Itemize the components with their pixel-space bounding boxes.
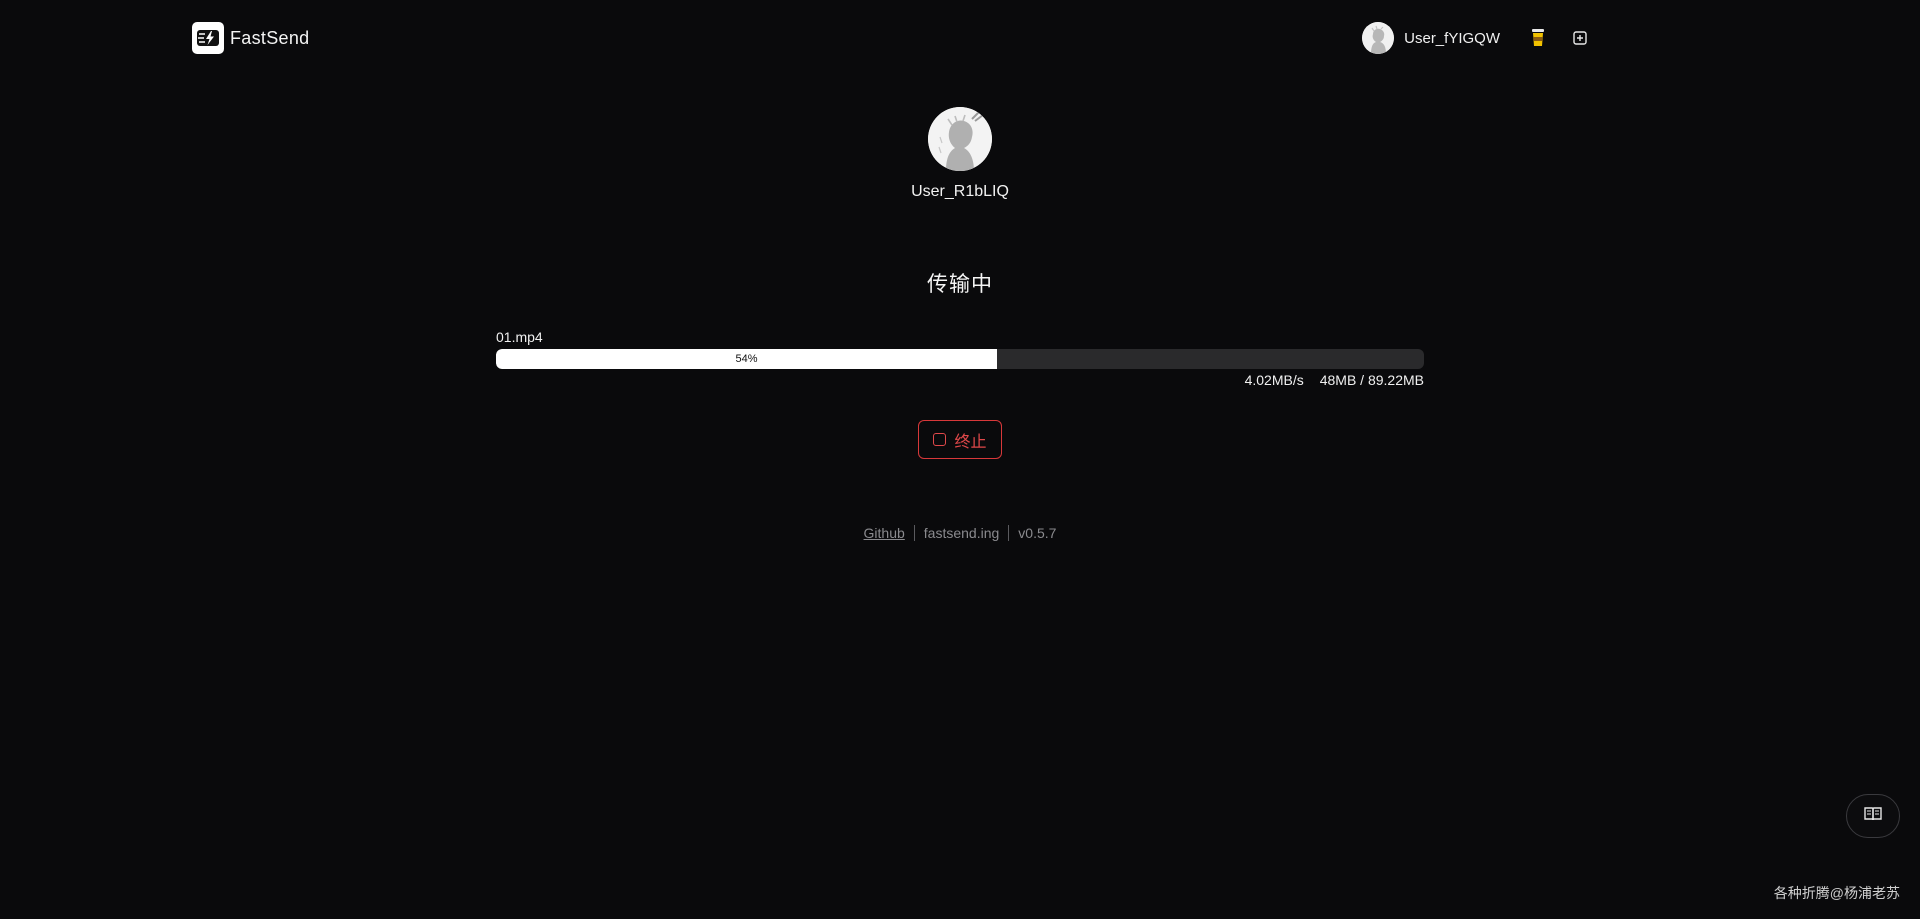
user-area: User_fYIGQW [1362, 22, 1590, 54]
site-label: fastsend.ing [923, 525, 1000, 541]
plus-square-icon[interactable] [1570, 28, 1590, 48]
watermark: 各种折腾@杨浦老苏 [1773, 885, 1900, 901]
book-open-icon [1863, 805, 1883, 828]
file-name: 01.mp4 [496, 329, 543, 345]
footer-divider [913, 525, 915, 541]
footer: Github fastsend.ing v0.5.7 [0, 525, 1920, 541]
progress-bar: 54% [496, 349, 1424, 369]
progress-fill: 54% [496, 349, 998, 369]
peer-avatar [928, 107, 992, 171]
stop-icon [933, 433, 947, 446]
current-user-name: User_fYIGQW [1404, 29, 1500, 47]
version-label: v0.5.7 [1018, 525, 1057, 541]
github-link[interactable]: Github [864, 525, 905, 541]
stop-transfer-button[interactable]: 终止 [918, 420, 1002, 459]
peer-name: User_R1bLIQ [911, 183, 1009, 200]
file-transfer-item: 01.mp4 54% 4.02MB/s 48MB / 89.22MB [496, 329, 1424, 388]
coffee-cup-icon[interactable] [1528, 28, 1548, 48]
stop-label: 终止 [954, 433, 987, 451]
progress-percent: 54% [735, 353, 758, 365]
transfer-speed: 4.02MB/s [1244, 372, 1304, 388]
brand-name: FastSend [230, 27, 310, 48]
transfer-stats: 4.02MB/s 48MB / 89.22MB [496, 372, 1424, 388]
transfer-status: 传输中 [927, 273, 993, 296]
fastsend-logo-icon [192, 22, 224, 54]
peer-device: User_R1bLIQ [0, 107, 1920, 201]
brand-link[interactable]: FastSend [192, 22, 309, 54]
transfer-size: 48MB / 89.22MB [1319, 372, 1424, 388]
current-user-chip[interactable]: User_fYIGQW [1362, 22, 1500, 54]
current-user-avatar [1362, 22, 1395, 54]
guide-button[interactable] [1846, 794, 1900, 838]
header: FastSend User_fYIGQW [0, 0, 1920, 76]
footer-divider [1008, 525, 1010, 541]
page: FastSend User_fYIGQW User_R1bLIQ 传输中 01.… [0, 0, 1920, 919]
